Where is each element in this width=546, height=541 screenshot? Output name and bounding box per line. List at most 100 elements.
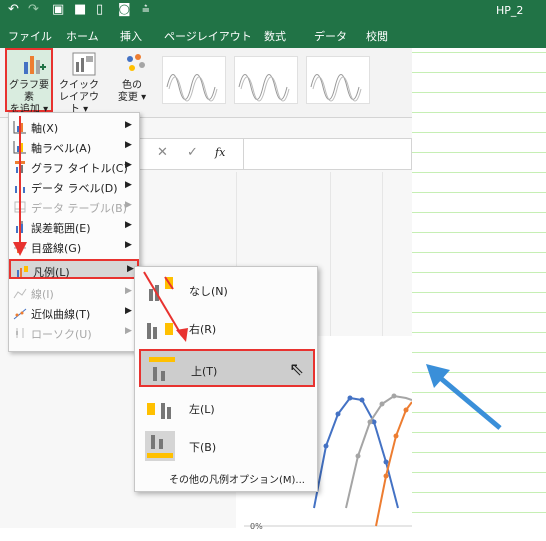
legend-option-label: 下(B) <box>189 441 217 454</box>
submenu-arrow-icon: ▶ <box>125 180 132 190</box>
menu-item-label: 凡例(L) <box>33 266 70 279</box>
menu-item-label: グラフ タイトル(C) <box>31 162 128 175</box>
undo-icon[interactable]: ↶ <box>8 2 19 17</box>
menu-item-chart-title[interactable]: グラフ タイトル(C) ▶ <box>9 157 139 177</box>
gridlines-icon <box>13 240 27 254</box>
legend-none-option[interactable]: なし(N) <box>139 271 315 309</box>
lines-icon <box>13 286 27 300</box>
menu-item-label: 近似曲線(T) <box>31 308 91 321</box>
legend-bottom-icon <box>145 431 175 461</box>
legend-option-label: 右(R) <box>189 323 217 336</box>
cell-gridline <box>412 152 546 153</box>
chart-style-3-icon <box>310 74 362 102</box>
menu-item-label: 線(I) <box>31 288 54 301</box>
formula-bar[interactable]: ✕ ✓ fx <box>138 138 412 170</box>
axes-icon <box>13 120 27 134</box>
submenu-arrow-icon: ▶ <box>125 306 132 316</box>
legend-option-label: 上(T) <box>191 365 218 378</box>
menu-item-trendline[interactable]: 近似曲線(T) ▶ <box>9 303 139 323</box>
trendline-icon <box>13 306 27 320</box>
title-bar: ↶ ↷ ▣ ■ ▯ ◙ ⩮ HP_2 <box>0 0 546 22</box>
add-chart-element-label-1: グラフ要素 <box>9 80 49 103</box>
mouse-cursor-icon: ⇖ <box>289 359 305 380</box>
chart-style-3[interactable] <box>306 56 370 104</box>
customize-qat-icon[interactable]: ⩮ <box>142 2 150 17</box>
menu-item-label: データ ラベル(D) <box>31 182 118 195</box>
legend-bottom-option[interactable]: 下(B) <box>139 427 315 465</box>
axis-titles-icon <box>13 140 27 154</box>
cell-gridline <box>412 492 546 493</box>
cell-gridline <box>412 252 546 253</box>
menu-item-axis-titles[interactable]: 軸ラベル(A) ▶ <box>9 137 139 157</box>
error-bars-icon <box>13 220 27 234</box>
tab-file[interactable]: ファイル <box>8 28 52 44</box>
cell-gridline <box>412 352 546 353</box>
chart-style-1[interactable] <box>162 56 226 104</box>
save-icon[interactable]: ▣ <box>52 2 64 17</box>
legend-option-label: 左(L) <box>189 403 215 416</box>
menu-item-lines: 線(I) ▶ <box>9 283 139 303</box>
cell-gridline <box>412 292 546 293</box>
chart-style-2-icon <box>238 74 290 102</box>
cell-gridline <box>412 72 546 73</box>
menu-item-label: 誤差範囲(E) <box>31 222 91 235</box>
legend-left-option[interactable]: 左(L) <box>139 389 315 427</box>
menu-item-axes[interactable]: 軸(X) ▶ <box>9 117 139 137</box>
cell-gridline <box>412 192 546 193</box>
legend-option-label: なし(N) <box>189 285 228 298</box>
tab-insert[interactable]: 挿入 <box>120 28 142 44</box>
legend-right-option[interactable]: 右(R) <box>139 309 315 347</box>
redo-icon[interactable]: ↷ <box>28 2 39 17</box>
menu-item-label: 軸(X) <box>31 122 59 135</box>
menu-item-candlestick: ローソク(U) ▶ <box>9 323 139 343</box>
legend-top-option[interactable]: 上(T) ⇖ <box>139 349 315 387</box>
new-icon[interactable]: ■ <box>74 2 86 17</box>
print-preview-icon[interactable]: ◙ <box>118 2 131 17</box>
chart-style-1-icon <box>166 74 218 102</box>
cell-gridline <box>412 232 546 233</box>
legend-top-icon <box>147 355 177 385</box>
chart-style-2[interactable] <box>234 56 298 104</box>
cell-gridline <box>412 212 546 213</box>
cancel-icon[interactable]: ✕ <box>157 145 168 160</box>
tab-home[interactable]: ホーム <box>66 28 99 44</box>
cell-gridline <box>412 112 546 113</box>
fx-label[interactable]: fx <box>215 146 225 159</box>
quick-layout-button[interactable]: クイック レイアウト ▾ <box>57 52 101 116</box>
enter-icon[interactable]: ✓ <box>187 145 198 160</box>
menu-item-label: データ テーブル(B) <box>31 202 127 215</box>
cell-gridline <box>412 452 546 453</box>
tab-review[interactable]: 校閲 <box>366 28 388 44</box>
cell-gridline <box>412 132 546 133</box>
menu-item-data-table: データ テーブル(B) ▶ <box>9 197 139 217</box>
open-icon[interactable]: ▯ <box>96 2 103 17</box>
menu-item-error-bars[interactable]: 誤差範囲(E) ▶ <box>9 217 139 237</box>
cell-gridline <box>412 272 546 273</box>
submenu-arrow-icon: ▶ <box>125 286 132 296</box>
add-chart-element-icon <box>24 56 46 74</box>
menu-item-legend[interactable]: 凡例(L) ▶ <box>9 259 139 279</box>
tab-formulas[interactable]: 数式 <box>264 28 286 44</box>
submenu-arrow-icon: ▶ <box>125 160 132 170</box>
tab-data[interactable]: データ <box>314 28 347 44</box>
ribbon-tabs: ファイル ホーム 挿入 ページレイアウト 数式 データ 校閲 <box>0 22 546 48</box>
submenu-arrow-icon: ▶ <box>125 140 132 150</box>
more-legend-options[interactable]: その他の凡例オプション(M)... <box>169 471 305 486</box>
cell-gridline <box>412 312 546 313</box>
submenu-arrow-icon: ▶ <box>125 200 132 210</box>
cell-gridline <box>412 52 546 53</box>
menu-item-label: ローソク(U) <box>31 328 92 341</box>
quick-layout-label-1: クイック <box>59 80 99 91</box>
tab-page-layout[interactable]: ページレイアウト <box>164 28 252 44</box>
cell-gridline <box>412 512 546 513</box>
cell-gridline <box>412 92 546 93</box>
y-axis-label: 0% <box>250 522 263 531</box>
add-chart-element-button[interactable]: グラフ要素 を追加 ▾ <box>7 52 51 116</box>
submenu-arrow-icon: ▶ <box>125 120 132 130</box>
data-table-icon <box>13 200 27 214</box>
menu-item-gridlines[interactable]: 目盛線(G) ▶ <box>9 237 139 257</box>
change-colors-button[interactable]: 色の 変更 ▾ <box>112 52 152 104</box>
candlestick-icon <box>13 326 27 340</box>
legend-none-icon <box>145 275 175 305</box>
menu-item-data-labels[interactable]: データ ラベル(D) ▶ <box>9 177 139 197</box>
